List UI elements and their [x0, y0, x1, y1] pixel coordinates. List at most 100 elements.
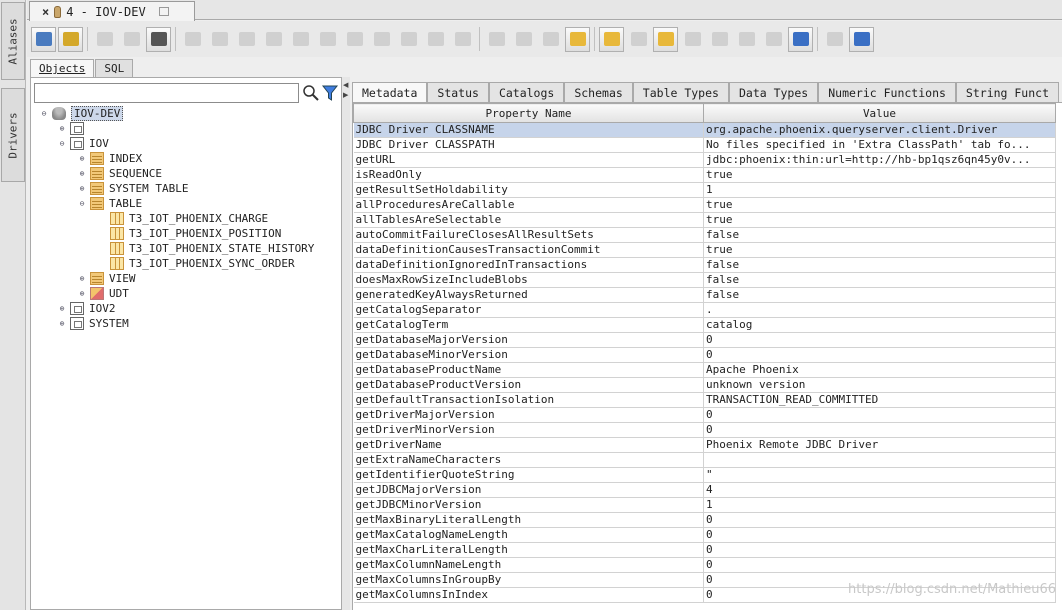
- close-icon[interactable]: ×: [42, 5, 49, 19]
- table-row[interactable]: getResultSetHoldability 1: [353, 182, 1056, 198]
- property-value-cell[interactable]: 0: [703, 542, 1056, 558]
- tree-node[interactable]: ⊕: [31, 121, 341, 136]
- table-row[interactable]: getJDBCMinorVersion 1: [353, 497, 1056, 513]
- tab-string-funct[interactable]: String Funct: [955, 82, 1060, 102]
- table-row[interactable]: getDriverMinorVersion 0: [353, 422, 1056, 438]
- property-name-cell[interactable]: getURL: [353, 152, 704, 168]
- tree-node[interactable]: ⊕ SYSTEM: [31, 316, 341, 331]
- table-row[interactable]: dataDefinitionCausesTransactionCommit tru…: [353, 242, 1056, 258]
- table-row[interactable]: getDatabaseProductName Apache Phoenix: [353, 362, 1056, 378]
- table-row[interactable]: JDBC Driver CLASSPATH No files specified …: [353, 137, 1056, 153]
- tab-status[interactable]: Status: [427, 82, 489, 102]
- tree-node[interactable]: ⊕ VIEW: [31, 271, 341, 286]
- table-row[interactable]: getDriverMajorVersion 0: [353, 407, 1056, 423]
- property-name-cell[interactable]: doesMaxRowSizeIncludeBlobs: [353, 272, 704, 288]
- property-name-cell[interactable]: autoCommitFailureClosesAllResultSets: [353, 227, 704, 243]
- table-row[interactable]: allTablesAreSelectable true: [353, 212, 1056, 228]
- table-row[interactable]: getCatalogTerm catalog: [353, 317, 1056, 333]
- property-value-cell[interactable]: 1: [703, 497, 1056, 513]
- property-value-cell[interactable]: TRANSACTION_READ_COMMITTED: [703, 392, 1056, 408]
- property-name-cell[interactable]: dataDefinitionIgnoredInTransactions: [353, 257, 704, 273]
- table-row[interactable]: getJDBCMajorVersion 4: [353, 482, 1056, 498]
- save-as-button[interactable]: [342, 27, 367, 52]
- property-name-cell[interactable]: getIdentifierQuoteString: [353, 467, 704, 483]
- table-row[interactable]: autoCommitFailureClosesAllResultSets fals…: [353, 227, 1056, 243]
- property-name-cell[interactable]: getResultSetHoldability: [353, 182, 704, 198]
- tree-node[interactable]: T3_IOT_PHOENIX_SYNC_ORDER: [31, 256, 341, 271]
- property-name-cell[interactable]: getMaxColumnsInIndex: [353, 587, 704, 603]
- tab-metadata[interactable]: Metadata: [352, 82, 428, 102]
- tree-node[interactable]: ⊕ IOV2: [31, 301, 341, 316]
- property-value-cell[interactable]: No files specified in 'Extra ClassPath' …: [703, 137, 1056, 153]
- property-value-cell[interactable]: 0: [703, 512, 1056, 528]
- table-row[interactable]: isReadOnly true: [353, 167, 1056, 183]
- table-row[interactable]: getIdentifierQuoteString ": [353, 467, 1056, 483]
- property-name-cell[interactable]: getDatabaseProductVersion: [353, 377, 704, 393]
- table-row[interactable]: generatedKeyAlwaysReturned false: [353, 287, 1056, 303]
- table-row[interactable]: getDatabaseMajorVersion 0: [353, 332, 1056, 348]
- table-row[interactable]: getDatabaseProductVersion unknown version: [353, 377, 1056, 393]
- down-button[interactable]: [484, 27, 509, 52]
- property-name-cell[interactable]: getDriverMinorVersion: [353, 422, 704, 438]
- property-name-cell[interactable]: getMaxBinaryLiteralLength: [353, 512, 704, 528]
- collapse-toggle-icon[interactable]: ⊖: [77, 199, 87, 208]
- table-row[interactable]: allProceduresAreCallable true: [353, 197, 1056, 213]
- property-name-cell[interactable]: getDefaultTransactionIsolation: [353, 392, 704, 408]
- expand-toggle-icon[interactable]: ⊕: [57, 124, 67, 133]
- property-value-cell[interactable]: 1: [703, 182, 1056, 198]
- tree-node[interactable]: ⊖ IOV: [31, 136, 341, 151]
- property-name-cell[interactable]: generatedKeyAlwaysReturned: [353, 287, 704, 303]
- property-value-cell[interactable]: 0: [703, 332, 1056, 348]
- table-row[interactable]: getDefaultTransactionIsolation TRANSACTIO…: [353, 392, 1056, 408]
- table-row[interactable]: getExtraNameCharacters: [353, 452, 1056, 468]
- expand-toggle-icon[interactable]: ⊕: [77, 169, 87, 178]
- tile-button[interactable]: [626, 27, 651, 52]
- collapse-toggle-icon[interactable]: ⊖: [39, 109, 49, 118]
- property-value-cell[interactable]: true: [703, 242, 1056, 258]
- copy-button[interactable]: [288, 27, 313, 52]
- up-button[interactable]: [450, 27, 475, 52]
- table-row[interactable]: doesMaxRowSizeIncludeBlobs false: [353, 272, 1056, 288]
- property-value-cell[interactable]: org.apache.phoenix.queryserver.client.Dr…: [703, 122, 1056, 138]
- save-button[interactable]: [315, 27, 340, 52]
- table-row[interactable]: getDatabaseMinorVersion 0: [353, 347, 1056, 363]
- property-value-cell[interactable]: 4: [703, 482, 1056, 498]
- property-name-cell[interactable]: isReadOnly: [353, 167, 704, 183]
- paste-button[interactable]: [423, 27, 448, 52]
- column-header-value[interactable]: Value: [703, 103, 1056, 123]
- table-row[interactable]: getMaxCharLiteralLength 0: [353, 542, 1056, 558]
- property-value-cell[interactable]: true: [703, 212, 1056, 228]
- property-name-cell[interactable]: getExtraNameCharacters: [353, 452, 704, 468]
- filter-icon[interactable]: [321, 84, 339, 102]
- property-name-cell[interactable]: getDatabaseMajorVersion: [353, 332, 704, 348]
- table-row[interactable]: getDriverName Phoenix Remote JDBC Driver: [353, 437, 1056, 453]
- cascade-button[interactable]: [653, 26, 678, 52]
- property-value-cell[interactable]: Phoenix Remote JDBC Driver: [703, 437, 1056, 453]
- property-name-cell[interactable]: getJDBCMajorVersion: [353, 482, 704, 498]
- column-header-property[interactable]: Property Name: [353, 103, 704, 123]
- property-name-cell[interactable]: JDBC Driver CLASSNAME: [353, 122, 704, 138]
- split-divider[interactable]: ◀ ▶: [342, 77, 350, 610]
- property-value-cell[interactable]: jdbc:phoenix:thin:url=http://hb-bp1qsz6q…: [703, 152, 1056, 168]
- table-row[interactable]: getMaxBinaryLiteralLength 0: [353, 512, 1056, 528]
- wizard-button[interactable]: [849, 26, 874, 52]
- tab-table-types[interactable]: Table Types: [632, 82, 729, 102]
- property-value-cell[interactable]: catalog: [703, 317, 1056, 333]
- property-name-cell[interactable]: dataDefinitionCausesTransactionCommit: [353, 242, 704, 258]
- refresh-button[interactable]: [58, 26, 83, 52]
- property-value-cell[interactable]: Apache Phoenix: [703, 362, 1056, 378]
- table-row[interactable]: getURL jdbc:phoenix:thin:url=http://hb-bp…: [353, 152, 1056, 168]
- property-name-cell[interactable]: getDriverName: [353, 437, 704, 453]
- sync-button[interactable]: [788, 26, 813, 52]
- tab-schemas[interactable]: Schemas: [564, 82, 633, 102]
- property-value-cell[interactable]: 0: [703, 422, 1056, 438]
- property-name-cell[interactable]: getMaxCatalogNameLength: [353, 527, 704, 543]
- property-value-cell[interactable]: 0: [703, 557, 1056, 573]
- property-value-cell[interactable]: unknown version: [703, 377, 1056, 393]
- property-name-cell[interactable]: getMaxColumnNameLength: [353, 557, 704, 573]
- tab-data-types[interactable]: Data Types: [728, 82, 819, 102]
- new-file-button[interactable]: [207, 27, 232, 52]
- property-value-cell[interactable]: 0: [703, 407, 1056, 423]
- collapse-toggle-icon[interactable]: ⊖: [57, 139, 67, 148]
- tab-catalogs[interactable]: Catalogs: [488, 82, 565, 102]
